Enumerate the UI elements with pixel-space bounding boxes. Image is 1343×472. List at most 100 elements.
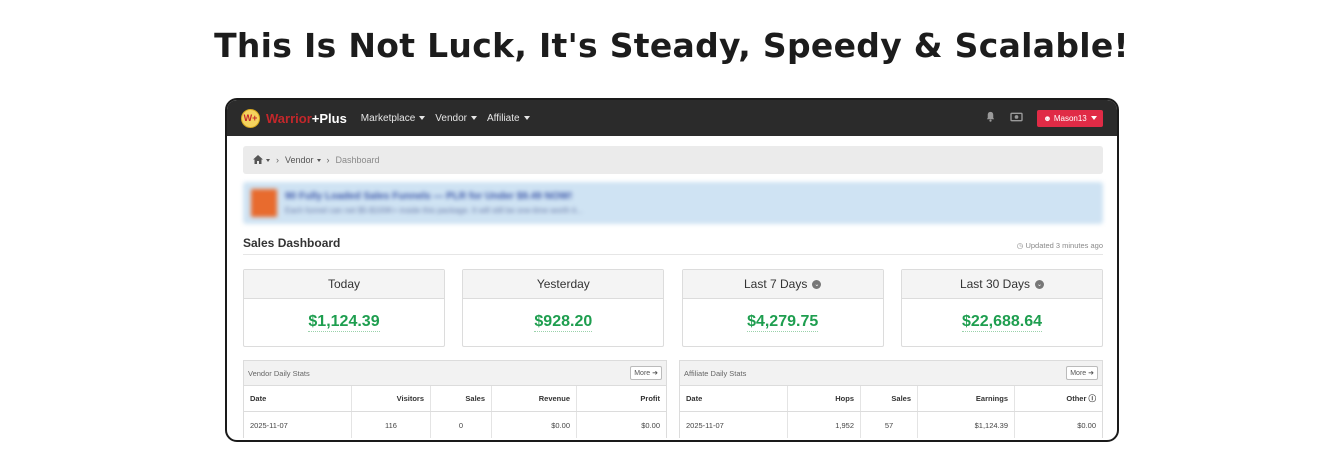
question-icon[interactable]: ⓘ xyxy=(1089,394,1097,403)
table-cell: 57 xyxy=(860,411,918,438)
daily-stats: Vendor Daily Stats More ➜ Date Visitors … xyxy=(243,360,1103,438)
breadcrumb-current: Dashboard xyxy=(335,155,380,165)
warriorplus-logo-icon: W+ xyxy=(241,108,260,128)
nav-vendor[interactable]: Vendor xyxy=(435,113,477,124)
panel-title: Vendor Daily Stats xyxy=(248,368,310,378)
stat-card-title: Last 30 Days xyxy=(959,277,1030,291)
chevron-down-icon xyxy=(316,158,321,162)
user-icon: ☻ xyxy=(1043,113,1052,123)
more-label: More xyxy=(1070,370,1087,377)
column-header[interactable]: Date xyxy=(680,386,788,412)
column-header[interactable]: Hops xyxy=(787,386,861,412)
stat-cards: Today $1,124.39 Yesterday $928.20 Last 7… xyxy=(243,269,1103,347)
vendor-stats-table: Date Visitors Sales Revenue Profit 2025-… xyxy=(244,386,666,438)
more-button[interactable]: More ➜ xyxy=(1066,366,1098,380)
stat-card-value: $4,279.75 xyxy=(683,299,883,346)
stat-card-label: Today xyxy=(244,270,444,299)
table-cell: 116 xyxy=(351,411,431,438)
stat-card-today: Today $1,124.39 xyxy=(243,269,445,347)
stat-card-amount: $928.20 xyxy=(534,313,593,332)
stat-card-label: Last 7 Days ⌄ xyxy=(682,270,883,299)
column-header[interactable]: Visitors xyxy=(351,386,431,412)
nav-marketplace-label: Marketplace xyxy=(360,112,416,124)
stat-card-amount: $4,279.75 xyxy=(747,313,819,332)
stat-card-amount: $1,124.39 xyxy=(308,313,380,332)
table-header-row: Date Hops Sales Earnings Other ⓘ xyxy=(680,386,1102,412)
top-navbar: W+ Warrior+Plus Marketplace Vendor Affil… xyxy=(227,100,1117,136)
table-cell: $0.00 xyxy=(1077,420,1096,430)
page-title: Sales Dashboard xyxy=(243,236,341,250)
panel-header: Affiliate Daily Stats More ➜ xyxy=(680,361,1102,386)
table-row: 2025-11-07 1,952 57 $1,124.39 $0.00 xyxy=(680,411,1102,438)
chevron-down-icon xyxy=(1091,116,1097,121)
chevron-circle-icon[interactable]: ⌄ xyxy=(812,279,822,289)
breadcrumb: › Vendor › Dashboard xyxy=(243,146,1103,174)
breadcrumb-vendor[interactable]: Vendor xyxy=(285,155,314,165)
user-name: Mason13 xyxy=(1053,113,1087,123)
brand-name: Warrior+Plus xyxy=(266,111,347,126)
stat-card-title: Yesterday xyxy=(536,277,590,291)
table-cell: 0 xyxy=(430,411,492,438)
column-header-label: Other xyxy=(1066,394,1087,403)
vendor-daily-stats: Vendor Daily Stats More ➜ Date Visitors … xyxy=(243,360,667,438)
more-button[interactable]: More ➜ xyxy=(630,366,662,380)
banner-subtitle: Each funnel can net $5-$100K+ inside thi… xyxy=(285,206,583,215)
table-cell: 1,952 xyxy=(787,411,861,438)
chevron-down-icon xyxy=(266,158,270,162)
brand-name-part2: +Plus xyxy=(311,110,347,126)
stat-card-yesterday: Yesterday $928.20 xyxy=(462,269,665,347)
banner-thumbnail xyxy=(251,189,277,217)
nav-vendor-label: Vendor xyxy=(435,112,467,124)
column-header[interactable]: Sales xyxy=(860,386,918,412)
user-menu-button[interactable]: ☻ Mason13 xyxy=(1037,109,1103,127)
table-cell: 2025-11-07 xyxy=(244,411,352,438)
more-label: More xyxy=(634,370,651,377)
affiliate-daily-stats: Affiliate Daily Stats More ➜ Date Hops S… xyxy=(679,360,1103,438)
headline: This Is Not Luck, It's Steady, Speedy & … xyxy=(214,26,1129,65)
table-cell: $0.00 xyxy=(641,420,660,430)
table-cell: 2025-11-07 xyxy=(680,411,788,438)
chevron-down-icon xyxy=(523,115,530,120)
table-row: 2025-11-07 116 0 $0.00 $0.00 xyxy=(244,411,666,438)
table-header-row: Date Visitors Sales Revenue Profit xyxy=(244,386,666,412)
clock-icon: ◷ xyxy=(1016,241,1024,250)
affiliate-stats-table: Date Hops Sales Earnings Other ⓘ 2025-11… xyxy=(680,386,1102,438)
column-header[interactable]: Sales xyxy=(430,386,492,412)
home-icon[interactable] xyxy=(253,154,263,166)
stat-card-last-7-days: Last 7 Days ⌄ $4,279.75 xyxy=(681,269,884,347)
banner-title[interactable]: 90 Fully Loaded Sales Funnels — PLR for … xyxy=(285,191,1095,202)
bell-icon[interactable] xyxy=(985,111,996,125)
stat-card-value: $928.20 xyxy=(463,299,663,346)
screenshot-frame: W+ Warrior+Plus Marketplace Vendor Affil… xyxy=(225,98,1119,442)
chevron-right-icon: › xyxy=(276,155,279,165)
chevron-down-icon xyxy=(419,115,426,120)
chevron-right-icon: › xyxy=(326,155,330,165)
chevron-circle-icon[interactable]: ⌄ xyxy=(1035,279,1044,289)
promo-banner[interactable]: 90 Fully Loaded Sales Funnels — PLR for … xyxy=(243,182,1103,224)
nav-affiliate-label: Affiliate xyxy=(486,112,520,124)
panel-header: Vendor Daily Stats More ➜ xyxy=(244,361,666,386)
banner-text: 90 Fully Loaded Sales Funnels — PLR for … xyxy=(285,191,1095,215)
nav-affiliate[interactable]: Affiliate xyxy=(487,113,530,124)
stat-card-value: $1,124.39 xyxy=(244,299,444,346)
stat-card-last-30-days: Last 30 Days ⌄ $22,688.64 xyxy=(900,269,1103,347)
updated-text: Updated 3 minutes ago xyxy=(1025,241,1103,250)
stat-card-label: Yesterday xyxy=(463,270,664,299)
brand-logo[interactable]: W+ Warrior+Plus xyxy=(241,108,347,128)
column-header[interactable]: Profit xyxy=(576,386,666,412)
camera-icon[interactable] xyxy=(1010,111,1023,125)
nav-marketplace[interactable]: Marketplace xyxy=(360,112,426,124)
stat-card-title: Last 7 Days xyxy=(743,277,808,291)
table-cell: $0.00 xyxy=(491,411,577,438)
stat-card-amount: $22,688.64 xyxy=(961,313,1043,332)
stat-card-title: Today xyxy=(327,277,361,291)
stat-card-value: $22,688.64 xyxy=(902,299,1102,346)
column-header[interactable]: Earnings xyxy=(917,386,1015,412)
main-content: › Vendor › Dashboard 90 Fully Loaded Sal… xyxy=(227,136,1117,438)
chevron-down-icon xyxy=(470,115,477,120)
column-header[interactable]: Other ⓘ xyxy=(1014,386,1102,412)
column-header[interactable]: Date xyxy=(244,386,352,412)
column-header[interactable]: Revenue xyxy=(491,386,577,412)
stat-card-label: Last 30 Days ⌄ xyxy=(901,270,1102,299)
nav-right: ☻ Mason13 xyxy=(985,109,1103,127)
